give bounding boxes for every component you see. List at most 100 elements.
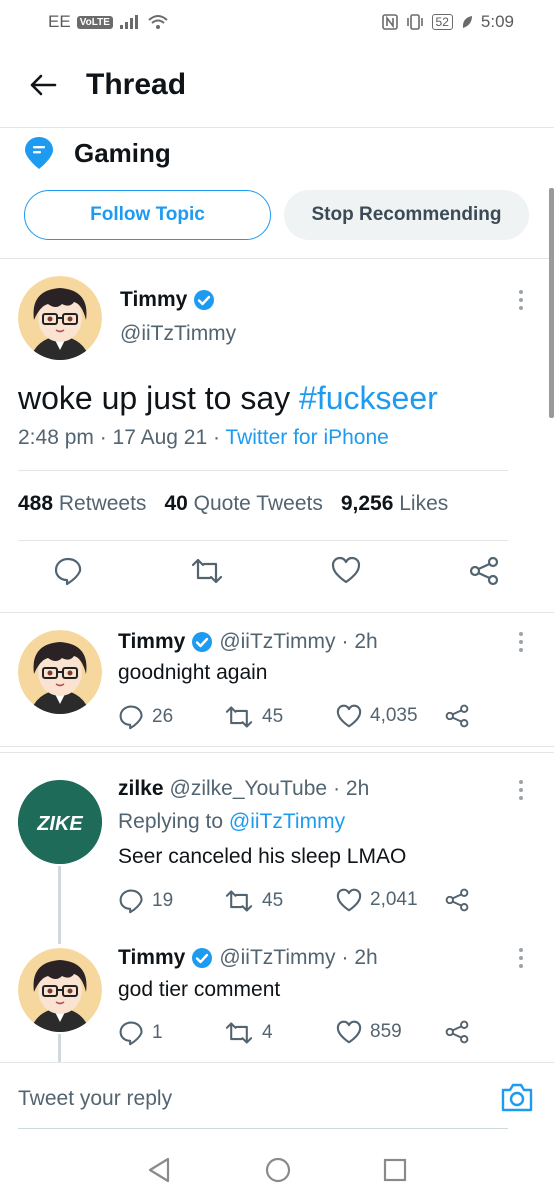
follow-topic-button[interactable]: Follow Topic [24,190,271,240]
author-handle[interactable]: @iiTzTimmy [219,630,335,654]
retweet-button[interactable]: 45 [224,888,283,914]
anime-avatar-image [18,630,102,714]
tweet-meta: 2:48 pm · 17 Aug 21 · Twitter for iPhone [18,426,389,450]
system-nav-bar [0,1140,554,1200]
author-name[interactable]: Timmy [118,630,185,654]
likes-label: Likes [399,492,449,515]
like-icon [336,704,362,728]
divider [0,612,554,613]
tweet-stats: 488 Retweets 40 Quote Tweets 9,256 Likes [18,492,448,516]
reply-button[interactable]: 26 [118,704,173,730]
clock: 5:09 [480,12,514,31]
reply-button[interactable]: 19 [118,888,173,914]
retweets-stat[interactable]: 488 Retweets [18,492,146,516]
reply-actions: 26 45 4,035 [118,704,478,734]
reply-text: goodnight again [118,661,268,684]
nav-back-icon[interactable] [146,1156,172,1189]
author-handle[interactable]: @iiTzTimmy [120,322,236,346]
reply-text: god tier comment [118,978,281,1001]
retweet-count: 45 [262,706,284,727]
quotes-label: Quote Tweets [193,492,323,515]
author-handle[interactable]: @zilke_YouTube [170,777,328,801]
topic-pin-icon [25,137,53,169]
zilke-logo-text: ZIKE [36,813,83,835]
reply-count: 1 [152,1022,163,1043]
retweet-button[interactable]: 45 [224,704,283,730]
share-icon [445,704,469,728]
reply-button[interactable]: 1 [118,1020,163,1046]
divider [18,470,508,471]
back-button[interactable] [0,73,86,97]
replying-to-handle[interactable]: @iiTzTimmy [229,810,345,833]
retweet-icon [225,890,253,912]
author-handle[interactable]: @iiTzTimmy [219,946,335,970]
like-button[interactable]: 4,035 [336,704,418,728]
retweet-icon [225,706,253,728]
more-options-icon[interactable] [518,632,524,652]
anime-avatar-image [18,948,102,1032]
avatar[interactable]: ZIKE [18,780,102,864]
thread-connector [58,1034,61,1062]
like-icon[interactable] [331,556,361,589]
reply-icon [119,1021,143,1046]
reply-compose-bar: Tweet your reply [0,1062,554,1132]
status-left: EE VoLTE [48,12,169,32]
status-bar: EE VoLTE 52 5:09 [0,0,554,44]
scrollbar[interactable] [549,188,554,418]
avatar[interactable] [18,276,102,360]
quotes-stat[interactable]: 40 Quote Tweets [164,492,322,516]
like-button[interactable]: 859 [336,1020,402,1044]
author-name[interactable]: Timmy [120,288,187,312]
replying-to: Replying to @iiTzTimmy [118,810,345,834]
reply-input-underline [18,1128,508,1129]
camera-button[interactable] [500,1081,534,1118]
reply-author-line: zilke @zilke_YouTube · 2h [118,777,369,801]
reply-actions: 19 45 2,041 [118,888,478,918]
more-options-icon[interactable] [518,290,524,310]
divider [0,258,554,259]
share-button[interactable] [444,704,470,728]
share-icon [445,1020,469,1044]
likes-stat[interactable]: 9,256 Likes [341,492,448,516]
app-header: Thread [0,52,554,118]
like-button[interactable]: 2,041 [336,888,418,912]
likes-count: 9,256 [340,492,394,515]
topic-name[interactable]: Gaming [74,138,171,169]
divider [0,127,554,128]
share-icon [445,888,469,912]
avatar[interactable] [18,630,102,714]
reply-input[interactable]: Tweet your reply [18,1087,172,1111]
thread-connector [58,866,61,944]
hashtag-link[interactable]: #fuckseer [299,380,438,416]
retweet-icon[interactable] [190,556,224,591]
back-arrow-icon [30,74,57,96]
nav-recents-icon[interactable] [382,1156,408,1189]
reply-count: 26 [152,706,174,727]
reply-time: · 2h [341,946,378,969]
nav-home-icon[interactable] [264,1156,292,1189]
retweet-button[interactable]: 4 [224,1020,273,1046]
reply-time: · 2h [333,777,370,800]
retweet-count: 4 [262,1022,273,1043]
more-options-icon[interactable] [518,780,524,800]
author-name[interactable]: zilke [118,777,164,801]
share-button[interactable] [444,888,470,912]
quotes-count: 40 [164,492,188,515]
reply-icon [119,889,143,914]
tweet-source-link[interactable]: Twitter for iPhone [225,426,388,449]
page-title: Thread [86,68,187,101]
avatar[interactable] [18,948,102,1032]
divider [18,540,508,541]
like-count: 859 [370,1021,402,1042]
replying-to-label: Replying to [118,810,229,833]
stop-recommending-button[interactable]: Stop Recommending [284,190,529,240]
vibrate-icon [406,14,423,30]
reply-icon[interactable] [53,556,83,591]
more-options-icon[interactable] [518,948,524,968]
reply-count: 19 [152,890,174,911]
author-line: Timmy [120,288,215,312]
share-icon[interactable] [468,556,500,591]
retweets-count: 488 [18,492,54,515]
share-button[interactable] [444,1020,470,1044]
author-name[interactable]: Timmy [118,946,185,970]
